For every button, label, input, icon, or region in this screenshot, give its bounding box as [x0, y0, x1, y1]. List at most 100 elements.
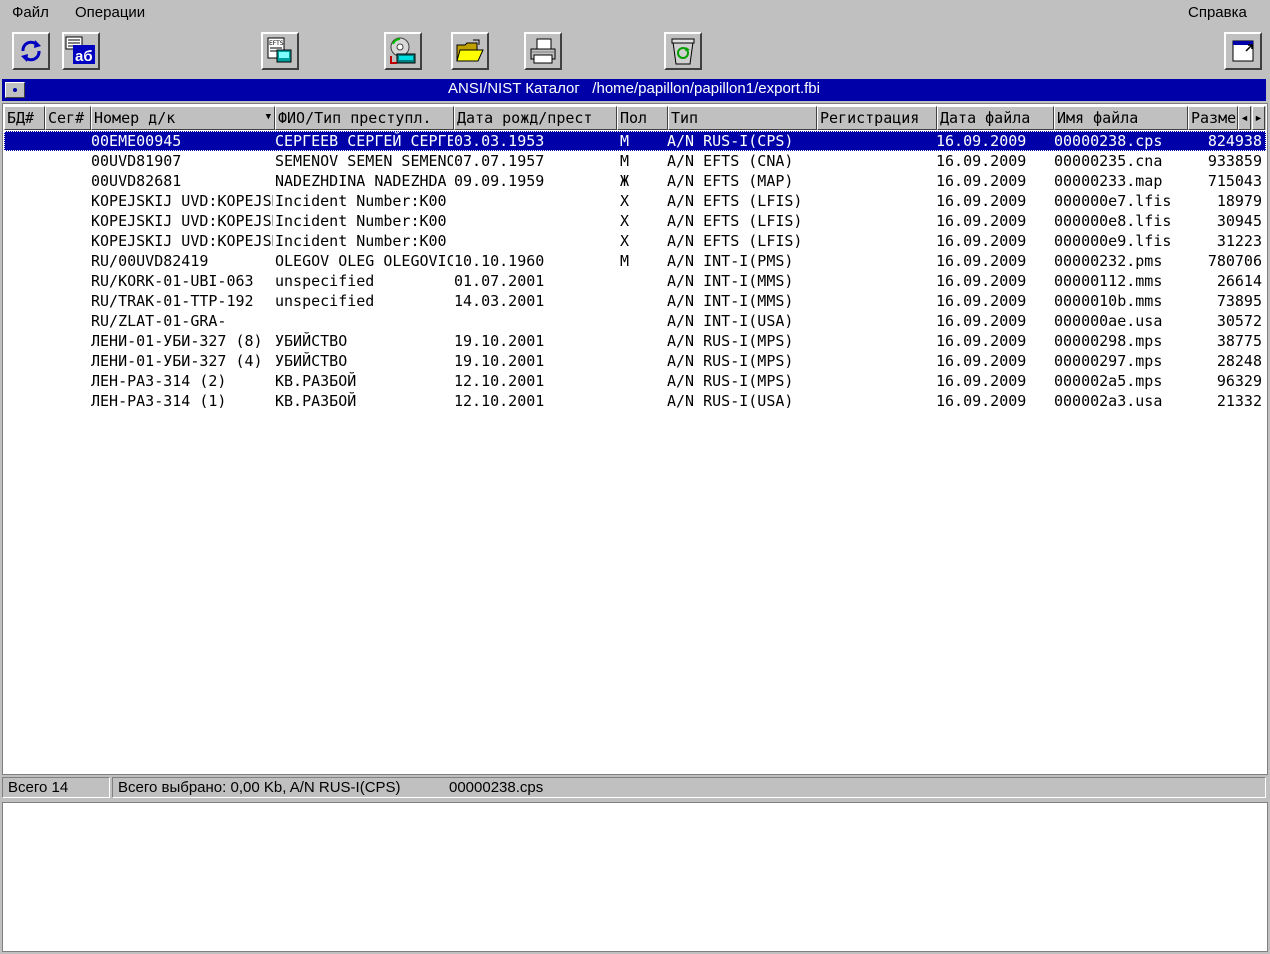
cd-button[interactable] [384, 32, 422, 70]
column-header-birth-date[interactable]: Дата рожд/прест [454, 106, 617, 130]
cell-num: 00EME00945 [91, 132, 182, 150]
table-row[interactable]: RU/TRAK-01-TTP-192 unspecified 14.03.2001 A… [4, 291, 1266, 311]
cell-fname: 0000010b.mms [1054, 292, 1163, 310]
column-header-row: БД# Сег# Номер д/к ▼ ФИО/Тип преступл. Да… [4, 106, 1266, 130]
cell-size: 96329 [1216, 372, 1262, 390]
cell-fdate: 16.09.2009 [936, 272, 1027, 290]
cell-size: 933859 [1207, 152, 1262, 170]
menu-operations[interactable]: Операции [75, 4, 145, 21]
table-row[interactable]: RU/ZLAT-01-GRA- A/N INT-I(USA) 16.09.2009 0… [4, 311, 1266, 331]
cell-type: A/N INT-I(USA) [667, 312, 794, 330]
table-row[interactable]: ЛЕН-РАЗ-314 (1) КВ.РАЗБОЙ 12.10.2001 A/N RU… [4, 391, 1266, 411]
cell-fio: unspecified [275, 292, 375, 310]
table-row[interactable]: ЛЕНИ-01-УБИ-327 (8) УБИЙСТВО 19.10.2001 A/N… [4, 331, 1266, 351]
cell-num: RU/KORK-01-UBI-063 [91, 272, 254, 290]
cell-num: RU/TRAK-01-TTP-192 [91, 292, 254, 310]
cell-fname: 000002a5.mps [1054, 372, 1163, 390]
exit-button[interactable] [1224, 32, 1262, 70]
cell-fdate: 16.09.2009 [936, 152, 1027, 170]
cell-fdate: 16.09.2009 [936, 352, 1027, 370]
cell-fname: 00000233.map [1054, 172, 1163, 190]
cell-type: A/N RUS-I(MPS) [667, 372, 794, 390]
system-menu-button[interactable] [5, 82, 25, 98]
table-row[interactable]: KOPEJSKIJ UVD:KOPEJSK Incident Number:K00… [4, 231, 1266, 251]
table-row[interactable]: ЛЕНИ-01-УБИ-327 (4) УБИЙСТВО 19.10.2001 A/N… [4, 351, 1266, 371]
cell-type: A/N RUS-I(MPS) [667, 332, 794, 350]
column-header-file-date[interactable]: Дата файла [937, 106, 1054, 130]
cell-fname: 00000298.mps [1054, 332, 1163, 350]
menu-file[interactable]: Файл [12, 4, 49, 21]
cell-date: 12.10.2001 [454, 372, 545, 390]
table-body: 00EME00945 СЕРГЕЕВ СЕРГЕЙ СЕРГЕЕВИЧ03.03.… [4, 131, 1266, 411]
cell-sex: М [620, 252, 630, 270]
cell-num: ЛЕН-РАЗ-314 (1) [91, 392, 227, 410]
cell-type: A/N RUS-I(USA) [667, 392, 794, 410]
open-folder-button[interactable] [451, 32, 489, 70]
column-header-type[interactable]: Тип [668, 106, 817, 130]
sort-arrow-icon: ▼ [265, 112, 271, 122]
cell-size: 28248 [1216, 352, 1262, 370]
recycle-icon [671, 38, 695, 65]
scroll-right-button[interactable]: ► [1252, 106, 1265, 130]
column-header-fio[interactable]: ФИО/Тип преступл. [275, 106, 454, 130]
cell-fdate: 16.09.2009 [936, 292, 1027, 310]
cell-fdate: 16.09.2009 [936, 172, 1027, 190]
table-row[interactable]: 00UVD82681 NADEZHDINA NADEZHDA 09.09.1959 Ж… [4, 171, 1266, 191]
column-header-file-name[interactable]: Имя файла [1054, 106, 1188, 130]
status-selected-info: Всего выбрано: 0,00 Kb, A/N RUS-I(CPS) 00… [112, 777, 1266, 798]
recycle-button[interactable] [664, 32, 702, 70]
cell-type: A/N INT-I(PMS) [667, 252, 794, 270]
status-filename: 00000238.cps [449, 779, 544, 796]
cell-date: 10.10.1960 [454, 252, 545, 270]
cell-fname: 000002a3.usa [1054, 392, 1163, 410]
cell-fname: 00000112.mms [1054, 272, 1163, 290]
cell-size: 31223 [1216, 232, 1262, 250]
table-row[interactable]: KOPEJSKIJ UVD:KOPEJSK Incident Number:K00… [4, 211, 1266, 231]
cell-date: 09.09.1959 [454, 172, 545, 190]
table-row[interactable]: RU/KORK-01-UBI-063 unspecified 01.07.2001 A… [4, 271, 1266, 291]
cell-type: A/N INT-I(MMS) [667, 272, 794, 290]
window-title-bar: ANSI/NIST Каталог /home/papillon/papillo… [2, 79, 1266, 101]
menu-help[interactable]: Справка [1188, 4, 1247, 21]
cd-icon [390, 37, 416, 64]
table-row[interactable]: 00EME00945 СЕРГЕЕВ СЕРГЕЙ СЕРГЕЕВИЧ03.03.… [4, 131, 1266, 151]
column-header-registration[interactable]: Регистрация [817, 106, 937, 130]
exit-icon [1232, 40, 1254, 62]
efts-button[interactable]: EFTS [261, 32, 299, 70]
cell-type: A/N RUS-I(CPS) [667, 132, 794, 150]
cell-sex: X [620, 192, 630, 210]
refresh-button[interactable] [12, 32, 50, 70]
cell-sex: X [620, 232, 630, 250]
cell-date: 07.07.1957 [454, 152, 545, 170]
detail-pane[interactable] [2, 802, 1268, 952]
cell-num: ЛЕНИ-01-УБИ-327 (8) [91, 332, 263, 350]
table-row[interactable]: KOPEJSKIJ UVD:KOPEJSK Incident Number:K00… [4, 191, 1266, 211]
catalog-list[interactable]: БД# Сег# Номер д/к ▼ ФИО/Тип преступл. Да… [2, 103, 1268, 775]
cell-type: A/N EFTS (LFIS) [667, 192, 803, 210]
column-header-seg[interactable]: Сег# [45, 106, 91, 130]
column-header-card-number[interactable]: Номер д/к ▼ [91, 106, 275, 130]
menu-bar: Файл Операции Справка [0, 0, 1270, 26]
table-row[interactable]: RU/00UVD82419 OLEGOV OLEG OLEGOVICH 10.10.… [4, 251, 1266, 271]
table-row[interactable]: 00UVD81907 SEMENOV SEMEN SEMENOVICH07.07.… [4, 151, 1266, 171]
cell-num: KOPEJSKIJ UVD:KOPEJSK [91, 212, 273, 230]
font-button[interactable]: аб [62, 32, 100, 70]
table-row[interactable]: ЛЕН-РАЗ-314 (2) КВ.РАЗБОЙ 12.10.2001 A/N RU… [4, 371, 1266, 391]
cell-size: 73895 [1216, 292, 1262, 310]
cell-fio: unspecified [275, 272, 375, 290]
font-icon: аб [65, 36, 95, 65]
cell-fname: 000000e7.lfis [1054, 192, 1172, 210]
toolbar: аб EFTS [0, 27, 1270, 77]
cell-sex: X [620, 212, 630, 230]
cell-date: 14.03.2001 [454, 292, 545, 310]
cell-date: 03.03.1953 [454, 132, 545, 150]
column-header-sex[interactable]: Пол [617, 106, 668, 130]
open-folder-icon [456, 39, 484, 62]
column-header-db[interactable]: БД# [4, 106, 45, 130]
column-header-size[interactable]: Размер [1188, 106, 1238, 130]
scroll-left-button[interactable]: ◄ [1238, 106, 1251, 130]
cell-date: 12.10.2001 [454, 392, 545, 410]
cell-fname: 000000e9.lfis [1054, 232, 1172, 250]
print-button[interactable] [524, 32, 562, 70]
cell-fdate: 16.09.2009 [936, 212, 1027, 230]
